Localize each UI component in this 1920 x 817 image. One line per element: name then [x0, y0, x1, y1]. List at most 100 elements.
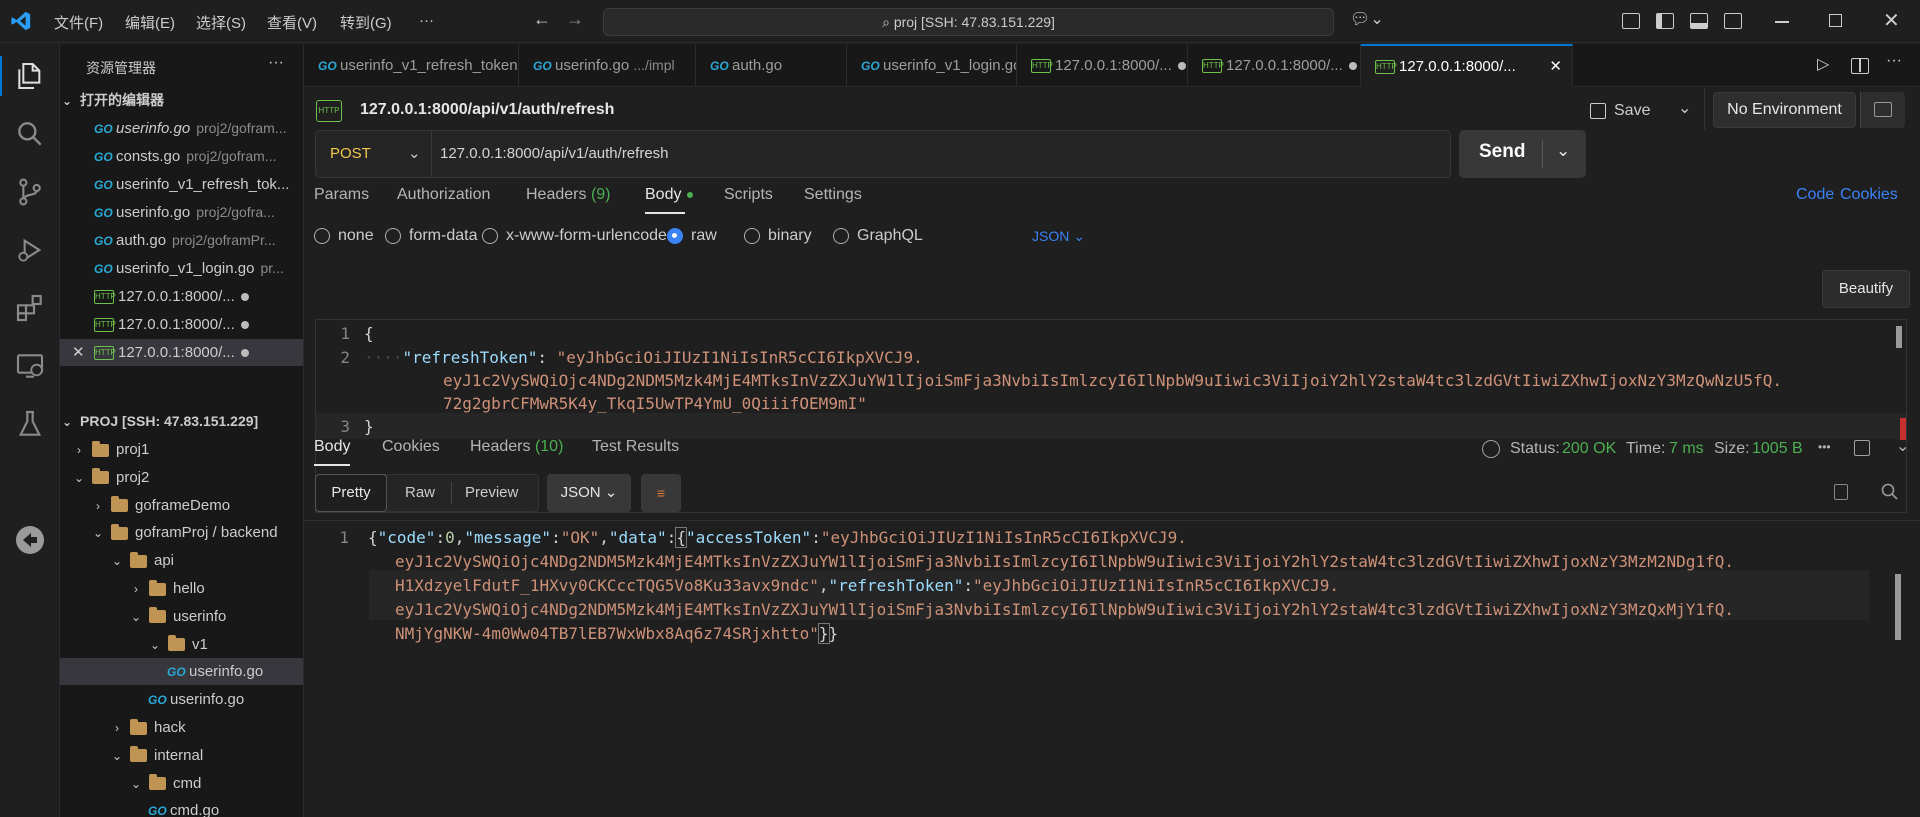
tab-scripts[interactable]: Scripts: [724, 186, 773, 204]
open-editor-item[interactable]: HTTP 127.0.0.1:8000/...: [60, 311, 303, 338]
view-raw[interactable]: Raw: [405, 484, 435, 501]
open-editor-item[interactable]: GO userinfo.go proj2/gofram...: [60, 115, 303, 142]
body-type-none[interactable]: none: [314, 227, 374, 245]
close-icon[interactable]: ✕: [1549, 46, 1562, 87]
editor-tab[interactable]: GO userinfo_v1_login.go: [847, 44, 1017, 87]
editor-tab[interactable]: GO userinfo_v1_refresh_token.go: [304, 44, 519, 87]
editor-tab[interactable]: HTTP 127.0.0.1:8000/...: [1188, 44, 1361, 87]
tree-folder-item[interactable]: ⌄ userinfo: [60, 603, 303, 630]
open-editor-item[interactable]: HTTP 127.0.0.1:8000/...: [60, 283, 303, 310]
tree-file-item[interactable]: GO cmd.go: [60, 797, 303, 817]
tab-params[interactable]: Params: [314, 186, 369, 204]
tree-folder-item[interactable]: ⌄ goframProj / backend: [60, 519, 303, 546]
response-tab-headers[interactable]: Headers (10): [470, 438, 563, 456]
tab-settings[interactable]: Settings: [804, 186, 862, 204]
tree-folder-item[interactable]: › hello: [60, 575, 303, 602]
copilot-chat-icon[interactable]: 💬︎⌄: [1350, 9, 1384, 29]
run-debug-icon[interactable]: [14, 234, 46, 266]
body-type-graphql[interactable]: GraphQL: [833, 227, 923, 245]
toggle-secondary-sidebar-icon[interactable]: [1724, 13, 1742, 29]
tab-headers[interactable]: Headers (9): [526, 186, 611, 204]
search-icon[interactable]: [1880, 482, 1900, 502]
run-icon[interactable]: ▷: [1817, 54, 1829, 74]
filter-icon[interactable]: ≡: [641, 474, 681, 512]
open-editors-section[interactable]: ⌄ 打开的编辑器: [60, 87, 303, 114]
minimize-icon[interactable]: [1775, 21, 1789, 23]
collapse-chevron-icon[interactable]: ⌄: [1896, 436, 1909, 456]
open-editor-item[interactable]: GO auth.go proj2/goframPr...: [60, 227, 303, 254]
testing-flask-icon[interactable]: [14, 408, 46, 440]
send-button[interactable]: Send: [1479, 141, 1525, 163]
view-preview[interactable]: Preview: [465, 484, 518, 501]
tree-folder-item[interactable]: ⌄ proj2: [60, 464, 303, 491]
menu-edit[interactable]: 编辑(E): [125, 12, 175, 33]
editor-tab[interactable]: GO userinfo.go .../impl: [519, 44, 696, 87]
editor-scrollbar[interactable]: [1896, 326, 1902, 348]
body-type-x-www-form-urlencoded[interactable]: x-www-form-urlencoded: [482, 227, 676, 245]
toggle-panel-icon[interactable]: [1690, 13, 1708, 29]
tree-file-item[interactable]: GO userinfo.go: [60, 686, 303, 713]
menu-go[interactable]: 转到(G): [340, 12, 392, 33]
body-type-binary[interactable]: binary: [744, 227, 812, 245]
open-editor-item[interactable]: GO consts.go proj2/gofram...: [60, 143, 303, 170]
open-editor-item[interactable]: GO userinfo_v1_login.go pr...: [60, 255, 303, 282]
layout-panels-icon[interactable]: [1622, 13, 1640, 29]
open-editor-item[interactable]: GO userinfo.go proj2/gofra...: [60, 199, 303, 226]
menu-selection[interactable]: 选择(S): [196, 12, 246, 33]
tree-folder-item[interactable]: ⌄ api: [60, 547, 303, 574]
menu-file[interactable]: 文件(F): [54, 12, 103, 33]
save-dropdown-chevron-icon[interactable]: ⌄: [1678, 98, 1691, 118]
response-more-button[interactable]: •••: [1818, 440, 1831, 454]
tree-folder-item[interactable]: › hack: [60, 714, 303, 741]
environment-settings-button[interactable]: [1860, 92, 1905, 128]
view-pretty[interactable]: Pretty: [315, 474, 387, 512]
url-input[interactable]: 127.0.0.1:8000/api/v1/auth/refresh: [440, 145, 669, 162]
split-editor-icon[interactable]: [1851, 58, 1869, 74]
response-tab-body[interactable]: Body: [314, 438, 350, 456]
editor-tab[interactable]: HTTP 127.0.0.1:8000/... ✕: [1361, 44, 1573, 87]
api-client-icon[interactable]: [14, 524, 46, 556]
send-options-chevron-icon[interactable]: ⌄: [1556, 141, 1570, 161]
environment-select[interactable]: No Environment: [1713, 92, 1856, 128]
restore-icon[interactable]: [1829, 14, 1842, 27]
tab-body[interactable]: Body: [645, 186, 694, 204]
response-tab-cookies[interactable]: Cookies: [382, 438, 440, 456]
toggle-primary-sidebar-icon[interactable]: [1656, 13, 1674, 29]
search-icon[interactable]: [14, 118, 46, 150]
back-arrow-icon[interactable]: ←: [533, 9, 551, 30]
project-section[interactable]: ⌄ PROJ [SSH: 47.83.151.229]: [60, 408, 303, 435]
tree-folder-item[interactable]: › proj1: [60, 436, 303, 463]
tree-file-item[interactable]: GO userinfo.go: [60, 658, 303, 686]
cookies-link[interactable]: Cookies: [1840, 186, 1898, 204]
response-format-select[interactable]: JSON ⌄: [547, 474, 631, 512]
tab-authorization[interactable]: Authorization: [397, 186, 490, 204]
explorer-files-icon[interactable]: [14, 60, 46, 92]
tree-folder-item[interactable]: ⌄ internal: [60, 742, 303, 769]
open-editor-item[interactable]: GO userinfo_v1_refresh_tok...: [60, 171, 303, 198]
close-icon[interactable]: ✕: [72, 339, 94, 366]
extensions-icon[interactable]: [14, 292, 46, 324]
menu-more[interactable]: ···: [419, 12, 434, 29]
code-link[interactable]: Code: [1796, 186, 1834, 204]
open-editor-item[interactable]: ✕ HTTP 127.0.0.1:8000/...: [60, 339, 303, 366]
explorer-more-button[interactable]: ···: [268, 54, 284, 72]
source-control-icon[interactable]: [14, 176, 46, 208]
response-scrollbar[interactable]: [1895, 574, 1901, 640]
more-actions-icon[interactable]: ···: [1886, 52, 1902, 70]
close-window-icon[interactable]: ✕: [1883, 8, 1900, 33]
command-center-search[interactable]: ⌕ proj [SSH: 47.83.151.229]: [603, 8, 1334, 36]
tree-folder-item[interactable]: ⌄ v1: [60, 631, 303, 658]
body-type-form-data[interactable]: form-data: [385, 227, 477, 245]
forward-arrow-icon[interactable]: →: [566, 9, 584, 30]
body-format-select[interactable]: JSON ⌄: [1032, 228, 1085, 245]
tree-folder-item[interactable]: ⌄ cmd: [60, 770, 303, 797]
layout-toggle-icon[interactable]: [1854, 440, 1870, 456]
method-select[interactable]: POST ⌄: [316, 131, 432, 177]
editor-tab[interactable]: GO auth.go: [696, 44, 847, 87]
body-type-raw[interactable]: raw: [667, 227, 717, 245]
response-tab-test-results[interactable]: Test Results: [592, 438, 679, 456]
menu-view[interactable]: 查看(V): [267, 12, 317, 33]
response-body-viewer[interactable]: 1 {"code":0,"message":"OK","data":{"acce…: [315, 524, 1907, 744]
copy-icon[interactable]: [1834, 484, 1848, 500]
editor-tab[interactable]: HTTP 127.0.0.1:8000/...: [1017, 44, 1188, 87]
